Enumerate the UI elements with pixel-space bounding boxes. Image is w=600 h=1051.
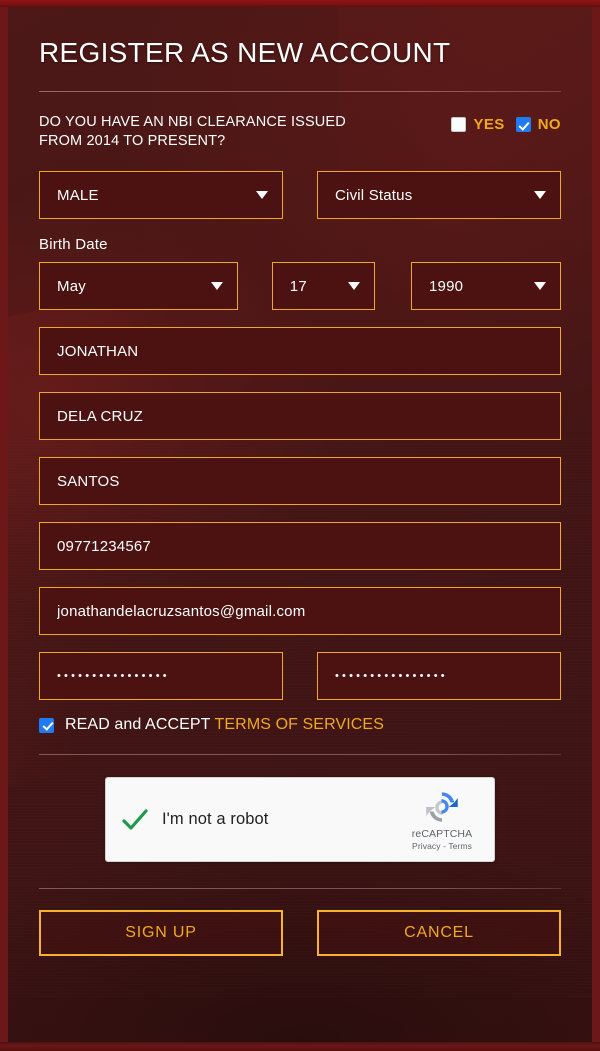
civil-status-select[interactable]: Civil Status (317, 171, 561, 220)
chevron-down-icon (347, 282, 360, 291)
birth-month-value: May (57, 277, 86, 295)
nbi-clearance-question-row: DO YOU HAVE AN NBI CLEARANCE ISSUED FROM… (39, 113, 561, 151)
middle-name-input[interactable]: SANTOS (39, 457, 561, 506)
gender-select-value: MALE (57, 186, 99, 204)
nbi-clearance-question-text: DO YOU HAVE AN NBI CLEARANCE ISSUED FROM… (39, 114, 346, 150)
birth-day-value: 17 (289, 277, 307, 295)
chevron-down-icon (256, 191, 268, 200)
gender-civil-row: MALE Civil Status (39, 171, 561, 220)
checkbox-no-icon[interactable] (515, 117, 531, 132)
password-row: •••••••••••••••• •••••••••••••••• (39, 652, 561, 701)
birth-year-select[interactable]: 1990 (410, 262, 561, 311)
birth-day-select[interactable]: 17 (271, 262, 375, 311)
terms-prefix: READ and ACCEPT (65, 716, 211, 734)
chevron-down-icon (534, 191, 546, 200)
recaptcha-brand: reCAPTCHA Privacy - Terms (403, 789, 481, 851)
mobile-number-input[interactable]: 09771234567 (39, 522, 561, 571)
recaptcha-logo-icon (426, 792, 458, 822)
mobile-row: 09771234567 (39, 522, 561, 571)
actions-row: SIGN UP CANCEL (39, 910, 561, 957)
chevron-down-icon (534, 282, 546, 291)
registration-page: REGISTER AS NEW ACCOUNT DO YOU HAVE AN N… (8, 7, 592, 1042)
recaptcha-label: I'm not a robot (162, 810, 269, 829)
birth-year-value: 1990 (428, 277, 464, 295)
recaptcha-brand-name: reCAPTCHA (411, 827, 473, 840)
birth-month-select[interactable]: May (39, 262, 238, 311)
last-name-value: DELA CRUZ (57, 407, 143, 425)
last-name-row: DELA CRUZ (39, 392, 561, 441)
last-name-input[interactable]: DELA CRUZ (39, 392, 561, 441)
nbi-option-no[interactable]: NO (515, 116, 561, 133)
nbi-option-no-label: NO (537, 116, 561, 133)
checkbox-yes-icon[interactable] (451, 117, 467, 132)
terms-row: READ and ACCEPT TERMS OF SERVICES (39, 716, 561, 734)
password-input[interactable]: •••••••••••••••• (39, 652, 283, 701)
civil-status-select-value: Civil Status (335, 186, 413, 204)
gender-select[interactable]: MALE (39, 171, 283, 220)
terms-text: READ and ACCEPT TERMS OF SERVICES (65, 716, 384, 734)
recaptcha-check-icon[interactable] (120, 805, 150, 835)
middle-name-row: SANTOS (39, 457, 561, 506)
first-name-value: JONATHAN (57, 342, 139, 360)
email-value: jonathandelacruzsantos@gmail.com (57, 602, 306, 620)
confirm-password-input[interactable]: •••••••••••••••• (317, 652, 561, 701)
birth-date-label: Birth Date (39, 236, 108, 254)
terms-divider (39, 754, 561, 756)
sign-up-button[interactable]: SIGN UP (39, 910, 283, 957)
app-frame: REGISTER AS NEW ACCOUNT DO YOU HAVE AN N… (0, 0, 600, 1051)
nbi-clearance-options: YES NO (451, 113, 561, 133)
recaptcha-widget[interactable]: I'm not a robot reCAPTCHA Privacy - Term… (105, 777, 495, 863)
password-value: •••••••••••••••• (57, 669, 170, 682)
recaptcha-legal-links[interactable]: Privacy - Terms (412, 841, 472, 851)
terms-of-services-link[interactable]: TERMS OF SERVICES (215, 716, 384, 733)
email-row: jonathandelacruzsantos@gmail.com (39, 587, 561, 636)
recaptcha-container: I'm not a robot reCAPTCHA Privacy - Term… (39, 777, 561, 863)
confirm-password-value: •••••••••••••••• (335, 669, 448, 682)
chevron-down-icon (210, 282, 223, 291)
actions-divider (39, 888, 561, 890)
mobile-number-value: 09771234567 (57, 537, 151, 555)
first-name-row: JONATHAN (39, 327, 561, 376)
header-divider (39, 91, 561, 92)
email-input[interactable]: jonathandelacruzsantos@gmail.com (39, 587, 561, 636)
cancel-button[interactable]: CANCEL (317, 910, 561, 957)
nbi-option-yes-label: YES (473, 116, 505, 133)
first-name-input[interactable]: JONATHAN (39, 327, 561, 376)
checkbox-terms-icon[interactable] (39, 717, 54, 733)
middle-name-value: SANTOS (57, 472, 120, 490)
nbi-option-yes[interactable]: YES (451, 116, 504, 133)
birth-date-row: May 17 1990 (39, 262, 561, 311)
page-title: REGISTER AS NEW ACCOUNT (39, 37, 451, 68)
